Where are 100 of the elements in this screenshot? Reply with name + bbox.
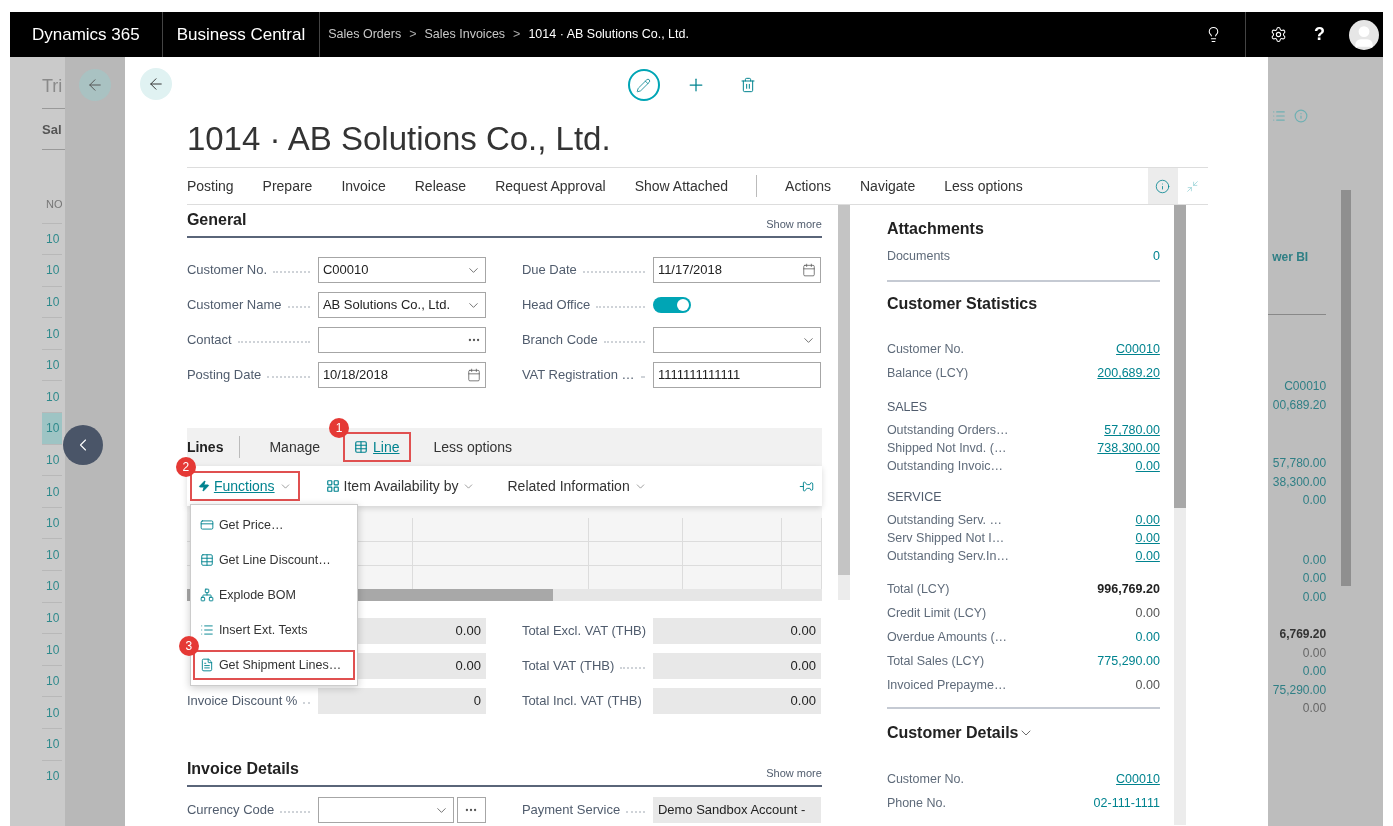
pencil-icon [636, 77, 652, 93]
stat-value: 996,769.20 [1097, 580, 1160, 598]
stat-value[interactable]: 738,300.00 [1097, 439, 1160, 458]
breadcrumb-link[interactable]: Sales Orders [328, 25, 402, 44]
dropdown-field[interactable] [652, 327, 821, 353]
breadcrumb-separator: > [409, 26, 417, 44]
menu-item[interactable]: Explode BOM [192, 580, 355, 610]
stat-value[interactable]: C00010 [1116, 769, 1160, 789]
total-field: 0.00 [652, 618, 821, 644]
stat-label: Customer No. [886, 341, 964, 359]
stat-label: Outstanding Serv.In… [886, 547, 1009, 565]
lines-tab[interactable]: Less options [424, 432, 522, 462]
action-menu[interactable]: Prepare [262, 175, 313, 197]
stat-label: Outstanding Serv. … [886, 511, 1002, 529]
field-label: Head Office [521, 296, 591, 315]
edit-button[interactable] [627, 69, 660, 101]
show-more-link[interactable]: Show more [766, 215, 822, 232]
stat-value: 0.00 [1302, 492, 1327, 509]
action-menu[interactable]: Actions [785, 175, 831, 197]
action-menu[interactable]: Release [414, 175, 467, 197]
dropdown-field[interactable]: C00010 [317, 257, 486, 283]
breadcrumb-current[interactable]: 1014 · AB Solutions Co., Ltd. [528, 25, 689, 44]
factbox-title: Attachments [886, 219, 985, 239]
menu-item[interactable]: Get Line Discount… [192, 545, 355, 575]
stat-value: 00,689.20 [1272, 396, 1327, 414]
action-menu[interactable]: Navigate [860, 175, 916, 197]
factbox-title: Customer Details [886, 723, 1019, 744]
field-label: Posting Date [186, 366, 262, 385]
action-menu[interactable]: Invoice [341, 175, 386, 197]
section-title: Invoice Details [186, 759, 299, 779]
lookup-field[interactable] [317, 327, 486, 353]
input-field[interactable]: Demo Sandbox Account - [652, 797, 821, 823]
stat-value: 0.00 [1135, 604, 1160, 622]
stat-value[interactable]: C00010 [1116, 340, 1160, 360]
back-button[interactable] [78, 69, 111, 101]
total-field: 0 [317, 688, 486, 714]
card-icon [199, 518, 214, 532]
input-field[interactable]: 1111111111111 [652, 362, 821, 388]
lookup-button[interactable] [456, 797, 486, 823]
lines-tab[interactable]: Manage [260, 432, 330, 462]
scrollbar-thumb[interactable] [1341, 190, 1352, 586]
dropdown-field[interactable] [317, 797, 454, 823]
stat-value: 57,780.00 [1272, 455, 1327, 472]
field-label: Invoice Discount % [186, 692, 298, 711]
table-icon [199, 553, 214, 567]
stat-value: 6,769.20 [1279, 626, 1327, 643]
product-name[interactable]: Dynamics 365 [10, 21, 162, 48]
stat-value: 0.00 [1135, 676, 1160, 694]
menu-item[interactable]: Get Shipment Lines… [192, 650, 355, 680]
total-field: 0.00 [652, 688, 821, 714]
scrollbar-thumb[interactable] [837, 205, 850, 575]
page-title: 1014 · AB Solutions Co., Ltd. [186, 119, 611, 160]
stat-value[interactable]: 0.00 [1135, 457, 1160, 476]
back-button[interactable] [139, 68, 172, 100]
toggle-switch[interactable] [652, 297, 691, 313]
list-icon[interactable] [1272, 109, 1287, 123]
info-icon[interactable] [1294, 109, 1309, 123]
grid-icon [325, 479, 340, 493]
scrollbar-thumb[interactable] [1173, 205, 1186, 508]
stat-value: 0 [1152, 248, 1160, 265]
date-field[interactable]: 11/17/2018 [652, 257, 821, 283]
info-icon[interactable] [1147, 168, 1178, 204]
stat-label: Invoiced Prepayme… [886, 676, 1007, 694]
app-name[interactable]: Business Central [162, 21, 320, 48]
section-title: Lines [186, 437, 225, 457]
stat-value: 0.00 [1302, 588, 1327, 606]
pin-icon[interactable] [798, 478, 814, 494]
action-menu[interactable]: Less options [944, 175, 1023, 197]
toolbar-menu[interactable]: Functions [189, 471, 300, 501]
stat-value[interactable]: 0.00 [1135, 546, 1160, 566]
stat-value: 775,290.00 [1097, 652, 1160, 670]
dropdown-field[interactable]: AB Solutions Co., Ltd. [317, 292, 486, 318]
stat-value[interactable]: 57,780.00 [1104, 421, 1160, 440]
total-field: 0.00 [652, 653, 821, 679]
help-button[interactable]: ? [1314, 21, 1325, 48]
section-title: General [186, 210, 247, 230]
stat-value: 0.00 [1302, 700, 1327, 717]
show-more-link[interactable]: Show more [766, 764, 822, 781]
breadcrumb-link[interactable]: Sales Invoices [424, 25, 506, 44]
stat-value[interactable]: 0.00 [1135, 528, 1160, 548]
lines-tab[interactable]: Line [343, 432, 411, 462]
group-heading: SALES [886, 398, 929, 416]
stat-value: 0.00 [1302, 644, 1327, 662]
stat-value: 75,290.00 [1272, 681, 1327, 699]
stat-value: 38,300.00 [1272, 473, 1327, 491]
toolbar-menu[interactable]: Item Availability by [319, 471, 482, 501]
step-badge: 1 [329, 418, 350, 438]
action-menu[interactable]: Posting [186, 175, 234, 197]
avatar-icon[interactable] [1349, 19, 1379, 50]
tab-label: Sal [42, 122, 62, 137]
stat-value[interactable]: 0.00 [1135, 510, 1160, 530]
action-menu[interactable]: Request Approval [495, 175, 606, 197]
action-menu[interactable]: Show Attached [634, 175, 729, 197]
stat-value[interactable]: 200,689.20 [1097, 364, 1160, 384]
toolbar-menu[interactable]: Related Information [501, 471, 653, 501]
menu-item[interactable]: Get Price… [192, 510, 355, 540]
stat-label: Balance (LCY) [886, 365, 969, 383]
breadcrumb-separator: > [513, 26, 521, 44]
step-badge: 3 [178, 636, 199, 656]
date-field[interactable]: 10/18/2018 [317, 362, 486, 388]
